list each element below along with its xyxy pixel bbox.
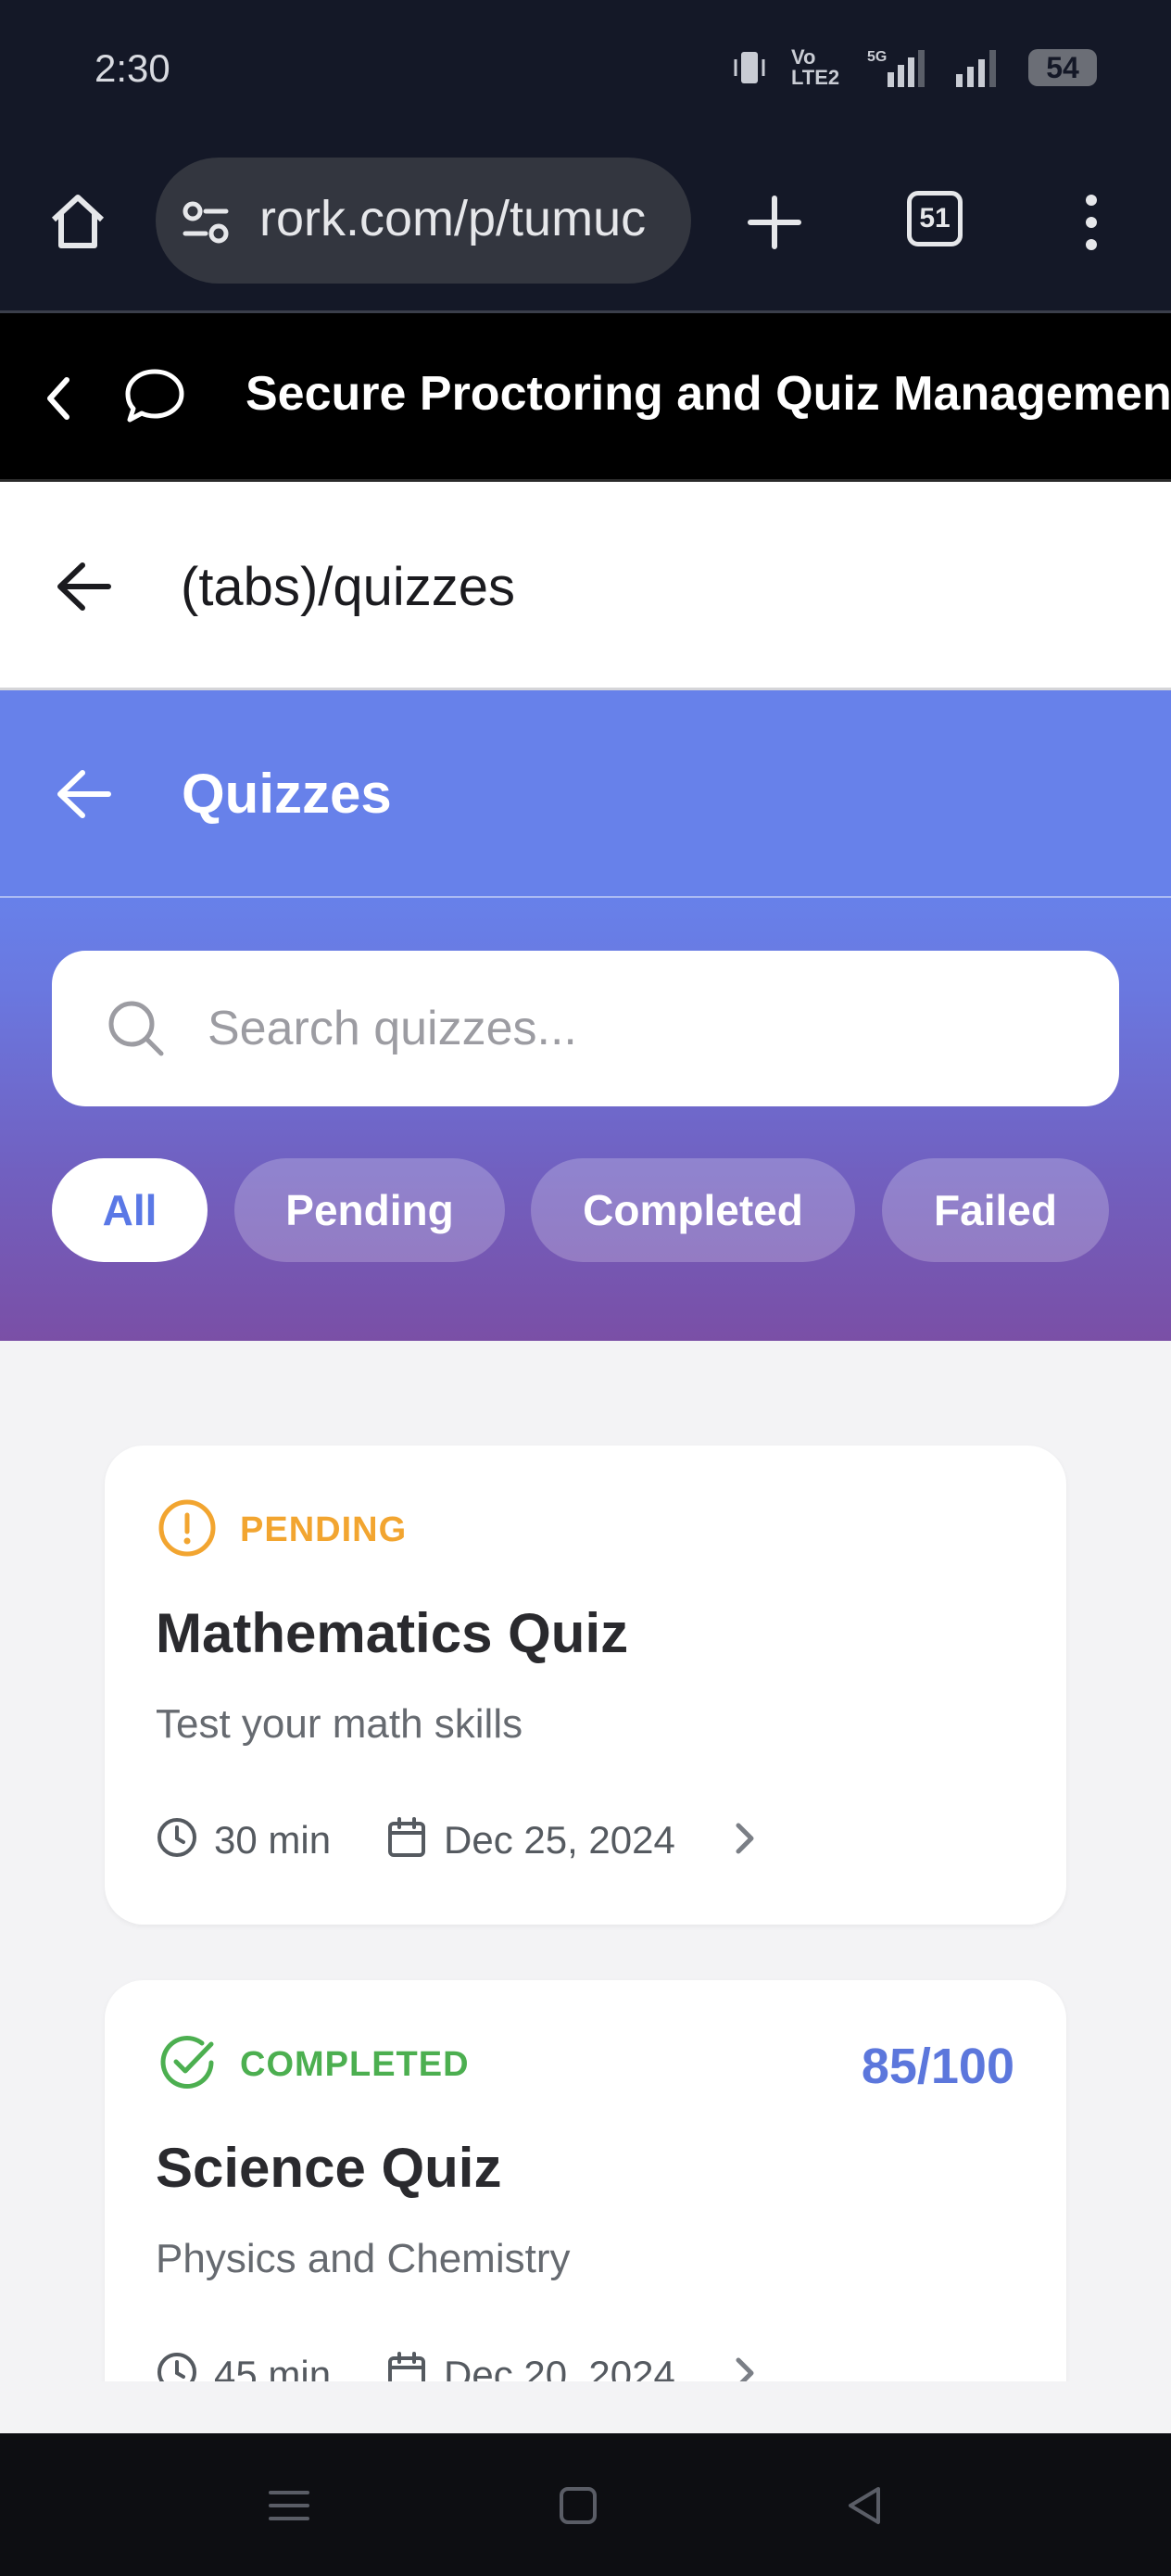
filter-chip-completed[interactable]: Completed [531, 1158, 855, 1262]
search-icon [108, 1001, 164, 1056]
chevron-right-icon[interactable] [725, 1816, 762, 1861]
calendar-icon [388, 1817, 425, 1857]
site-settings-icon[interactable] [180, 196, 232, 248]
signal-icon [956, 50, 996, 87]
battery-icon: 54 [1028, 49, 1097, 86]
quiz-description: Physics and Chemistry [156, 2236, 571, 2281]
more-menu-icon[interactable] [1075, 191, 1108, 254]
clock-icon [157, 2353, 196, 2381]
recent-apps-icon[interactable] [267, 2483, 311, 2528]
signal-5g-icon: 5G [867, 49, 925, 87]
back-arrow-icon[interactable] [51, 556, 118, 617]
quiz-title: Mathematics Quiz [156, 1602, 629, 1664]
new-tab-icon[interactable] [745, 193, 804, 252]
check-circle-icon [160, 2036, 214, 2089]
rork-project-title: Secure Proctoring and Quiz Managemen [246, 367, 1171, 421]
quiz-description: Test your math skills [156, 1701, 523, 1747]
quiz-date: Dec 20, 2024 [444, 2353, 675, 2381]
quiz-duration: 45 min [214, 2353, 332, 2381]
chevron-left-icon[interactable] [37, 371, 82, 426]
quiz-card-mathematics[interactable]: PENDING Mathematics Quiz Test your math … [105, 1446, 1066, 1925]
header-divider [0, 896, 1171, 898]
status-icons: Vo LTE2 5G 54 [728, 46, 1097, 89]
alert-circle-icon [158, 1499, 216, 1557]
filter-chip-all[interactable]: All [52, 1158, 208, 1262]
battery-level: 54 [1046, 50, 1079, 84]
tab-count: 51 [919, 203, 951, 234]
page-title: Quizzes [182, 763, 392, 825]
tab-switcher-button[interactable]: 51 [907, 191, 963, 246]
quiz-score: 85/100 [861, 2039, 1014, 2094]
home-icon[interactable] [46, 190, 109, 253]
quiz-title: Science Quiz [156, 2137, 502, 2199]
search-placeholder[interactable]: Search quizzes... [208, 1001, 577, 1056]
clock-icon [157, 1818, 196, 1857]
route-header [0, 482, 1171, 690]
calendar-icon [388, 2352, 425, 2381]
url-text[interactable]: rork.com/p/tumuc [259, 190, 667, 247]
home-button-icon[interactable] [556, 2483, 600, 2528]
status-time: 2:30 [94, 46, 170, 90]
filter-chip-failed[interactable]: Failed [882, 1158, 1109, 1262]
svg-text:5G: 5G [867, 49, 887, 65]
chat-bubble-icon[interactable] [122, 366, 187, 427]
status-badge: PENDING [240, 1510, 408, 1549]
filter-chip-pending[interactable]: Pending [234, 1158, 505, 1262]
quiz-date: Dec 25, 2024 [444, 1818, 675, 1862]
quiz-list: PENDING Mathematics Quiz Test your math … [0, 1341, 1171, 2381]
back-button-icon[interactable] [843, 2483, 888, 2528]
status-badge: COMPLETED [240, 2045, 470, 2084]
route-title: (tabs)/quizzes [181, 557, 516, 617]
quiz-duration: 30 min [214, 1818, 332, 1862]
vibrate-icon [734, 52, 765, 83]
quiz-card-science[interactable]: COMPLETED 85/100 Science Quiz Physics an… [105, 1980, 1066, 2381]
volte-label: Vo LTE2 [791, 45, 840, 89]
chevron-right-icon[interactable] [725, 2351, 762, 2381]
back-arrow-icon[interactable] [51, 764, 118, 825]
